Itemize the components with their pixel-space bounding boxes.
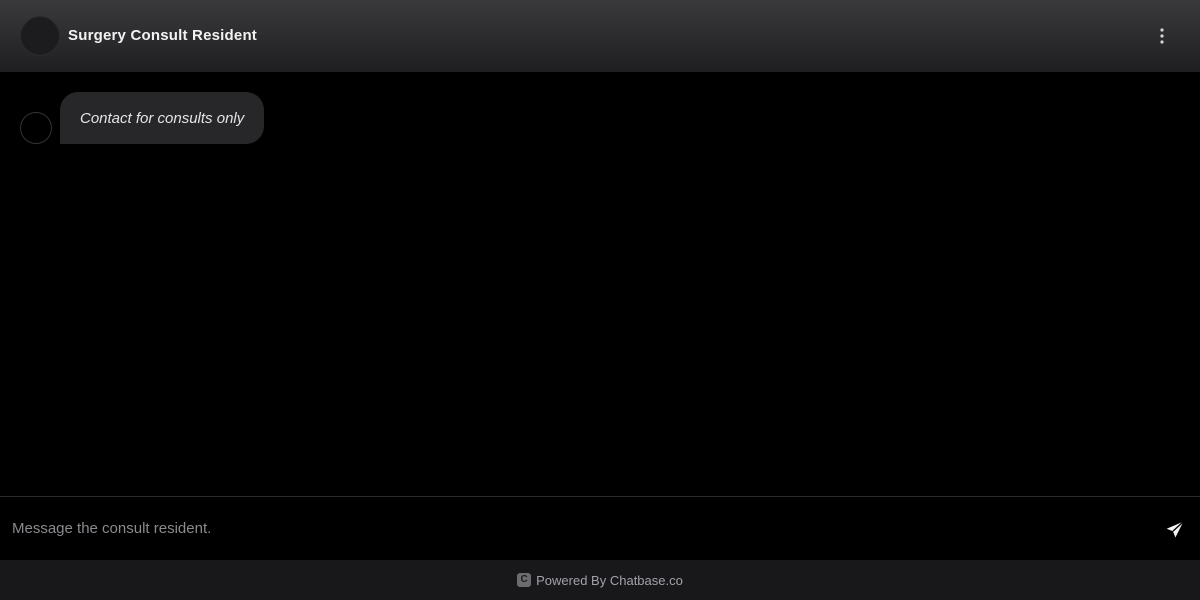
message-composer bbox=[0, 496, 1200, 560]
footer: C Powered By Chatbase.co bbox=[0, 560, 1200, 600]
message-input[interactable] bbox=[0, 497, 1140, 560]
powered-by-link[interactable]: C Powered By Chatbase.co bbox=[517, 573, 683, 588]
paper-plane-icon bbox=[1166, 521, 1184, 538]
assistant-message-text: Contact for consults only bbox=[80, 109, 245, 127]
powered-by-text: Powered By Chatbase.co bbox=[536, 572, 683, 588]
chatbase-logo-icon: C bbox=[517, 573, 532, 587]
more-options-button[interactable] bbox=[1150, 24, 1174, 48]
send-button[interactable] bbox=[1164, 519, 1186, 541]
vertical-ellipsis-icon bbox=[1160, 28, 1164, 44]
chat-header: Surgery Consult Resident bbox=[0, 0, 1200, 72]
bot-avatar bbox=[20, 112, 52, 144]
message-list: Contact for consults only bbox=[0, 72, 1200, 496]
assistant-message-bubble: Contact for consults only bbox=[60, 92, 265, 144]
header-avatar bbox=[20, 16, 60, 56]
chat-title: Surgery Consult Resident bbox=[68, 27, 257, 44]
